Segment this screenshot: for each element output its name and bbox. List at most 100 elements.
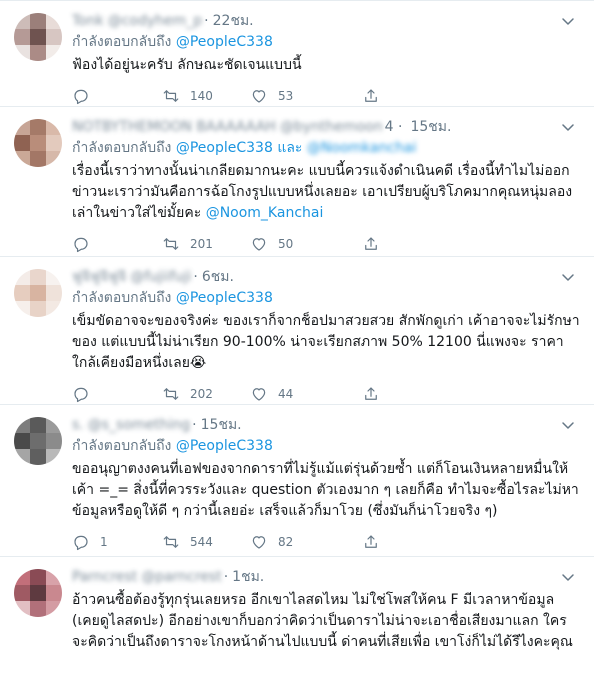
share-icon: [365, 535, 377, 548]
avatar-pixel: [30, 585, 46, 601]
user-name[interactable]: Parncrest: [72, 569, 137, 585]
avatar-pixel: [46, 417, 62, 433]
user-name[interactable]: Tonk: [72, 13, 104, 29]
tweet[interactable]: Tonk @codyhem_p · 22ชม. กำลังตอบกลับถึง …: [0, 1, 594, 107]
tweet-actions: 202 44: [72, 384, 580, 404]
retweet-button[interactable]: 202: [162, 385, 250, 403]
user-name[interactable]: s.: [72, 417, 84, 433]
retweet-icon: [163, 90, 179, 102]
timestamp[interactable]: 6ชม.: [202, 266, 234, 288]
tweet[interactable]: Parncrest @parncrest · 1ชม. อ้าวคนซื้อต้…: [0, 557, 594, 682]
user-handle[interactable]: @codyhem_p: [108, 13, 202, 29]
reply-context: กำลังตอบกลับถึง @PeopleC338 และ @Noomkan…: [72, 139, 580, 158]
reply-prefix: กำลังตอบกลับถึง: [72, 140, 172, 156]
like-count: 50: [278, 237, 294, 251]
like-button[interactable]: 50: [250, 235, 362, 253]
like-button[interactable]: 44: [250, 385, 362, 403]
dot-separator: ·: [204, 13, 209, 29]
avatar-pixel: [30, 119, 46, 135]
chevron-down-icon[interactable]: [560, 417, 576, 433]
avatar-pixel: [46, 449, 62, 465]
reply-button[interactable]: [72, 385, 162, 403]
like-button[interactable]: 82: [250, 533, 362, 551]
reply-context: กำลังตอบกลับถึง @PeopleC338: [72, 437, 580, 456]
avatar-pixel: [14, 449, 30, 465]
reply-handle-link[interactable]: @PeopleC338 และ: [176, 140, 303, 156]
reply-handle-link[interactable]: @PeopleC338: [176, 438, 273, 454]
reply-button[interactable]: [72, 235, 162, 253]
reply-icon: [74, 89, 88, 105]
mention-link[interactable]: @Noom_Kanchai: [206, 205, 324, 221]
dot-separator: ·: [192, 417, 197, 433]
user-handle[interactable]: @parncrest: [141, 569, 221, 585]
reply-count: 1: [100, 535, 108, 549]
avatar[interactable]: [14, 569, 62, 617]
avatar-pixel: [46, 585, 62, 601]
reply-prefix: กำลังตอบกลับถึง: [72, 290, 172, 306]
avatar-pixel: [14, 301, 30, 317]
chevron-down-icon[interactable]: [560, 13, 576, 29]
timestamp[interactable]: 1ชม.: [232, 566, 264, 588]
chevron-down-icon[interactable]: [560, 269, 576, 285]
tweet[interactable]: NOTBYTHEMOON BAAAAAAH @bynthemoon 4 · 15…: [0, 107, 594, 257]
tweet[interactable]: ฟูจิฟูจิฟูจิ @fujiifuji · 6ชม. กำลังตอบก…: [0, 257, 594, 405]
tweet-content: Parncrest @parncrest · 1ชม. อ้าวคนซื้อต้…: [72, 567, 580, 672]
share-button[interactable]: [362, 385, 452, 403]
chevron-down-icon[interactable]: [560, 569, 576, 585]
timestamp[interactable]: 15ชม.: [201, 414, 242, 436]
tweet-text: เรื่องนี้เราว่าทางนั้นน่าเกลียดมากนะคะ แ…: [72, 161, 580, 224]
retweet-count: 202: [190, 387, 213, 401]
reply-icon: [74, 237, 88, 253]
avatar[interactable]: [14, 119, 62, 167]
retweet-icon: [163, 536, 179, 548]
reply-feed: Tonk @codyhem_p · 22ชม. กำลังตอบกลับถึง …: [0, 0, 594, 682]
avatar[interactable]: [14, 13, 62, 61]
tweet-content: ฟูจิฟูจิฟูจิ @fujiifuji · 6ชม. กำลังตอบก…: [72, 267, 580, 403]
avatar-pixel: [14, 601, 30, 617]
avatar-pixel: [14, 569, 30, 585]
tweet-text: ฟ้องได้อยู่นะครับ ลักษณะชัดเจนแบบนี้: [72, 57, 302, 73]
reply-handle-extra[interactable]: @Noomkanchai: [307, 140, 417, 156]
user-name[interactable]: ฟูจิฟูจิฟูจิ: [72, 266, 126, 288]
avatar-pixel: [14, 269, 30, 285]
share-button[interactable]: [362, 87, 452, 105]
tweet-header: ฟูจิฟูจิฟูจิ @fujiifuji · 6ชม.: [72, 267, 580, 287]
reply-handle-link[interactable]: @PeopleC338: [176, 290, 273, 306]
user-handle[interactable]: @bynthemoon: [280, 119, 383, 135]
tweet[interactable]: s. @s_something · 15ชม. กำลังตอบกลับถึง …: [0, 405, 594, 557]
avatar[interactable]: [14, 269, 62, 317]
user-handle[interactable]: @fujiifuji: [130, 269, 191, 285]
avatar-pixel: [30, 285, 46, 301]
chevron-down-icon[interactable]: [560, 119, 576, 135]
retweet-button[interactable]: 544: [162, 533, 250, 551]
reply-button[interactable]: 1: [72, 533, 162, 551]
retweet-count: 201: [190, 237, 213, 251]
retweet-button[interactable]: 201: [162, 235, 250, 253]
time-prefix: 4 ·: [384, 119, 403, 135]
reply-prefix: กำลังตอบกลับถึง: [72, 34, 172, 50]
avatar[interactable]: [14, 417, 62, 465]
avatar-pixel: [46, 285, 62, 301]
like-count: 44: [278, 387, 294, 401]
retweet-count: 544: [190, 535, 213, 549]
avatar-pixel: [46, 601, 62, 617]
tweet-actions: 1 544 82: [72, 532, 580, 552]
avatar-pixel: [14, 417, 30, 433]
avatar-pixel: [46, 119, 62, 135]
avatar-pixel: [14, 151, 30, 167]
user-name[interactable]: NOTBYTHEMOON BAAAAAAH: [72, 119, 276, 135]
reply-handle-link[interactable]: @PeopleC338: [176, 34, 273, 50]
share-button[interactable]: [362, 533, 452, 551]
retweet-button[interactable]: 140: [162, 87, 250, 105]
heart-icon: [252, 238, 266, 251]
share-button[interactable]: [362, 235, 452, 253]
avatar-pixel: [46, 135, 62, 151]
avatar-pixel: [14, 585, 30, 601]
timestamp[interactable]: 22ชม.: [213, 10, 254, 32]
reply-button[interactable]: [72, 87, 162, 105]
reply-icon: [74, 535, 88, 551]
heart-icon: [252, 536, 266, 549]
like-button[interactable]: 53: [250, 87, 362, 105]
user-handle[interactable]: @s_something: [88, 417, 190, 433]
timestamp[interactable]: 15ชม.: [410, 116, 451, 138]
